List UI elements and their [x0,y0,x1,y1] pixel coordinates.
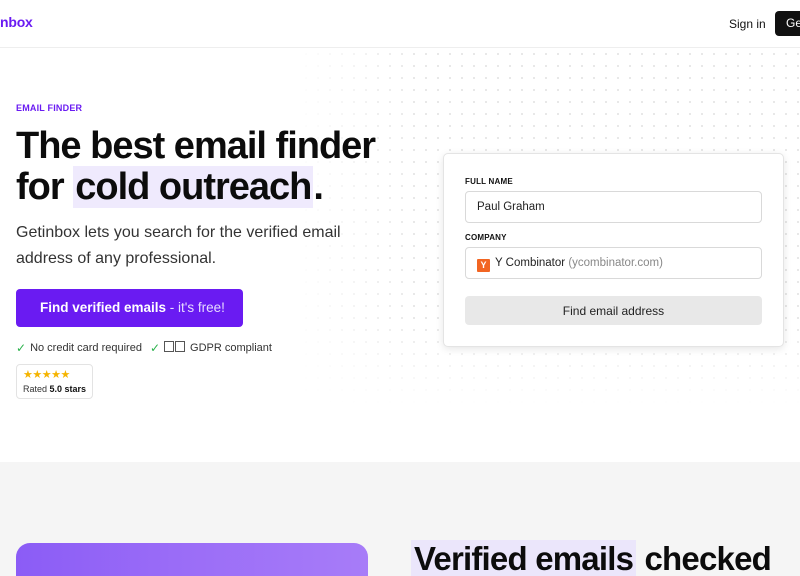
full-name-label: FULL NAME [465,177,513,186]
headline-for: for [16,166,74,208]
cta-free-label: - it's free! [166,300,225,315]
company-label: COMPANY [465,233,507,242]
eu-flag-icon [164,341,186,355]
features-heading: Verified emails checked [411,540,772,576]
hero-headline: The best email finder for cold outreach. [16,126,436,208]
headline-period: . [313,166,324,208]
company-input[interactable]: Y Y Combinator (ycombinator.com) [465,247,762,279]
trust-item-no-credit-card: ✓ No credit card required [16,341,142,355]
trust-label: No credit card required [30,342,142,354]
find-email-address-button[interactable]: Find email address [465,296,762,325]
check-icon: ✓ [16,341,27,355]
cta-main-label: Find verified emails [40,300,167,315]
y-combinator-icon: Y [477,259,490,272]
site-header: nbox Sign in Ge [0,0,800,48]
headline-highlight: cold outreach [73,166,314,208]
trust-label: GDPR compliant [190,342,272,354]
full-name-input[interactable]: Paul Graham [465,191,762,223]
headline-line1: The best email finder [16,125,376,167]
company-domain: (ycombinator.com) [568,257,663,269]
features-heading-highlight: Verified emails [411,540,637,576]
rating-text: Rated 5.0 stars [23,384,87,394]
trust-badges: ✓ No credit card required ✓ GDPR complia… [16,341,272,355]
hero-eyebrow: EMAIL FINDER [16,103,83,113]
check-icon: ✓ [149,341,161,355]
star-rating-icon: ★★★★★ [23,369,70,381]
find-verified-emails-button[interactable]: Find verified emails - it's free! [16,289,243,327]
trust-item-gdpr: ✓ GDPR compliant [150,341,272,355]
logo[interactable]: nbox [0,14,33,30]
features-heading-rest: checked [636,540,772,576]
rating-badge: ★★★★★ Rated 5.0 stars [16,364,93,399]
get-started-button[interactable]: Ge [775,11,800,36]
sign-in-link[interactable]: Sign in [729,17,766,31]
email-finder-form: FULL NAME Paul Graham COMPANY Y Y Combina… [443,153,784,347]
rating-value: 5.0 stars [49,384,87,394]
feature-gradient-card [16,543,368,576]
company-name: Y Combinator [495,257,566,269]
hero-subtitle: Getinbox lets you search for the verifie… [16,224,341,267]
